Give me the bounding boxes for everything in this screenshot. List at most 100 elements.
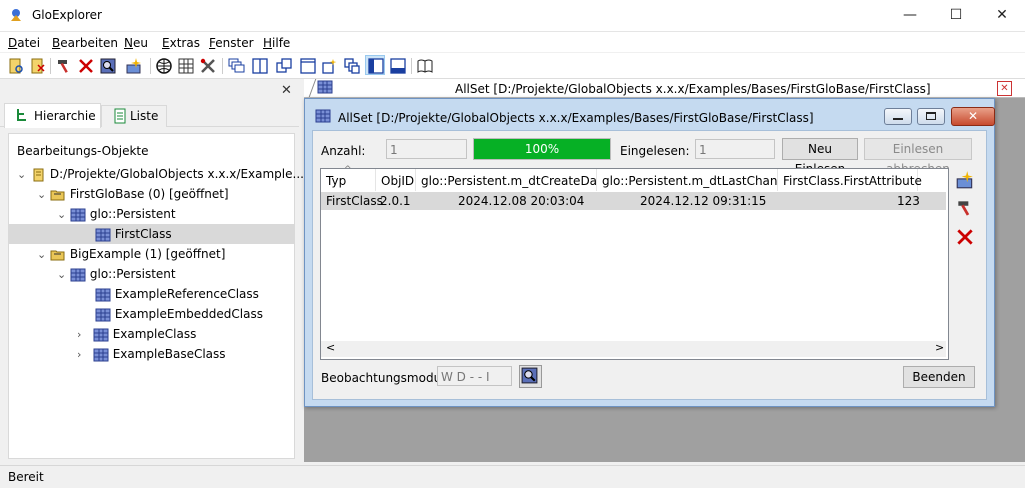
class-icon: [93, 328, 109, 342]
class-icon: [95, 228, 111, 242]
toolbar-separator: [411, 58, 412, 74]
end-button[interactable]: Beenden: [903, 366, 975, 388]
tree-item[interactable]: ⌄ BigExample (1) [geöffnet]: [9, 244, 294, 264]
chevron-down-icon[interactable]: ⌄: [37, 188, 46, 201]
tree-item[interactable]: ExampleEmbeddedClass: [9, 304, 294, 324]
child-restore-button[interactable]: [917, 108, 945, 125]
table-cell: 2.0.1: [380, 194, 411, 208]
progress-bar: 100%: [473, 138, 611, 160]
tab-liste[interactable]: Liste: [101, 105, 167, 127]
list-tab-icon: [114, 108, 126, 127]
status-text: Bereit: [8, 470, 44, 484]
class-icon: [95, 308, 111, 322]
folder-open-icon: [50, 248, 66, 262]
chevron-down-icon[interactable]: ⌄: [57, 208, 66, 221]
tree-item[interactable]: ⌄ D:/Projekte/GlobalObjects x.x.x/Exampl…: [9, 164, 304, 184]
child-minimize-button[interactable]: [884, 108, 912, 125]
status-bar: [0, 465, 1025, 488]
delete-icon[interactable]: [955, 227, 977, 249]
anzahl-label: Anzahl:: [321, 144, 366, 158]
eingelesen-label: Eingelesen:: [620, 144, 690, 158]
delete-icon[interactable]: [76, 56, 96, 76]
reload-button[interactable]: Neu Einlesen: [782, 138, 858, 176]
close-button[interactable]: ✕: [979, 0, 1025, 31]
base-icon: [30, 168, 46, 182]
menu-datei[interactable]: Datei: [8, 36, 40, 50]
document-tab-close-icon[interactable]: ✕: [997, 81, 1012, 96]
cascade-icon[interactable]: [226, 56, 246, 76]
globe-icon[interactable]: [154, 56, 174, 76]
table-row[interactable]: [321, 192, 946, 210]
table-cell: 2024.12.12 09:31:15: [640, 194, 767, 208]
tree-item[interactable]: › ExampleBaseClass: [9, 344, 294, 364]
scroll-right-button[interactable]: >: [935, 341, 944, 354]
tree-item[interactable]: › ExampleClass: [9, 324, 294, 344]
panel-left-icon[interactable]: [365, 55, 385, 75]
menu-neu[interactable]: Neu: [124, 36, 148, 50]
anzahl-field: 1: [386, 139, 467, 159]
object-tree: ⌄ D:/Projekte/GlobalObjects x.x.x/Exampl…: [9, 164, 304, 364]
windows-icon[interactable]: [342, 56, 362, 76]
tools-icon[interactable]: [198, 56, 218, 76]
column-header[interactable]: Typ: [321, 169, 376, 191]
folder-open-icon: [50, 188, 66, 202]
tree-section-title: Bearbeitungs-Objekte: [17, 144, 149, 158]
chevron-right-icon[interactable]: ›: [77, 348, 81, 361]
maximize-button[interactable]: ☐: [933, 0, 979, 31]
grid-icon[interactable]: [176, 56, 196, 76]
observation-zoom-button[interactable]: [519, 365, 542, 388]
menu-hilfe[interactable]: Hilfe: [263, 36, 290, 50]
tree-item[interactable]: FirstClass: [9, 224, 294, 244]
tree-item[interactable]: ⌄ FirstGloBase (0) [geöffnet]: [9, 184, 294, 204]
chevron-down-icon[interactable]: ⌄: [57, 268, 66, 281]
table-cell: 123: [897, 194, 920, 208]
app-logo-icon: [8, 7, 24, 23]
menu-fenster[interactable]: Fenster: [209, 36, 254, 50]
cancel-reading-button[interactable]: Einlesen abbrechen: [864, 138, 972, 176]
zoom-icon[interactable]: [98, 56, 118, 76]
tree-item[interactable]: ExampleReferenceClass: [9, 284, 294, 304]
left-pane-close-icon[interactable]: ✕: [281, 83, 292, 98]
menu-bearbeiten[interactable]: Bearbeiten: [52, 36, 118, 50]
column-header[interactable]: FirstClass.FirstAttribute: [778, 169, 922, 191]
class-icon: [317, 80, 333, 97]
window-title: GloExplorer: [32, 8, 102, 22]
minimize-button[interactable]: —: [887, 0, 933, 31]
chevron-right-icon[interactable]: ›: [77, 328, 81, 341]
class-icon: [95, 288, 111, 302]
tab-hierarchie[interactable]: Hierarchie: [4, 103, 101, 128]
menu-extras[interactable]: Extras: [162, 36, 200, 50]
panel-bottom-icon[interactable]: [388, 56, 408, 76]
window-new-icon[interactable]: [320, 56, 340, 76]
child-close-button[interactable]: ✕: [951, 107, 995, 126]
menu-bar: [0, 32, 1025, 52]
hammer-icon[interactable]: [955, 198, 977, 220]
tile-vertical-icon[interactable]: [250, 56, 270, 76]
chevron-down-icon[interactable]: ⌄: [37, 248, 46, 261]
observation-mode-label: Beobachtungsmodu:: [321, 371, 446, 385]
tab-label: Liste: [130, 109, 159, 123]
tree-item[interactable]: ⌄ glo::Persistent: [9, 264, 294, 284]
class-icon: [315, 109, 331, 126]
chevron-down-icon[interactable]: ⌄: [17, 168, 26, 181]
hammer-icon[interactable]: [54, 56, 74, 76]
tile-icon[interactable]: [274, 56, 294, 76]
class-icon: [70, 268, 86, 282]
new-object-icon[interactable]: [955, 170, 977, 192]
document-tab-title[interactable]: AllSet [D:/Projekte/GlobalObjects x.x.x/…: [455, 82, 931, 96]
tree-item[interactable]: ⌄ glo::Persistent: [9, 204, 294, 224]
toolbar-separator: [50, 58, 51, 74]
open-base-icon[interactable]: [6, 56, 26, 76]
class-icon: [93, 348, 109, 362]
horizontal-scrollbar[interactable]: [321, 341, 946, 357]
close-base-icon[interactable]: [28, 56, 48, 76]
column-header[interactable]: ObjID: [376, 169, 416, 191]
column-header[interactable]: glo::Persistent.m_dtLastChange: [597, 169, 793, 191]
class-icon: [70, 208, 86, 222]
new-object-icon[interactable]: [124, 56, 144, 76]
book-icon[interactable]: [415, 56, 435, 76]
window-icon[interactable]: [298, 56, 318, 76]
column-header[interactable]: glo::Persistent.m_dtCreateDate: [416, 169, 609, 191]
tab-label: Hierarchie: [34, 109, 96, 123]
scroll-left-button[interactable]: <: [326, 341, 335, 354]
